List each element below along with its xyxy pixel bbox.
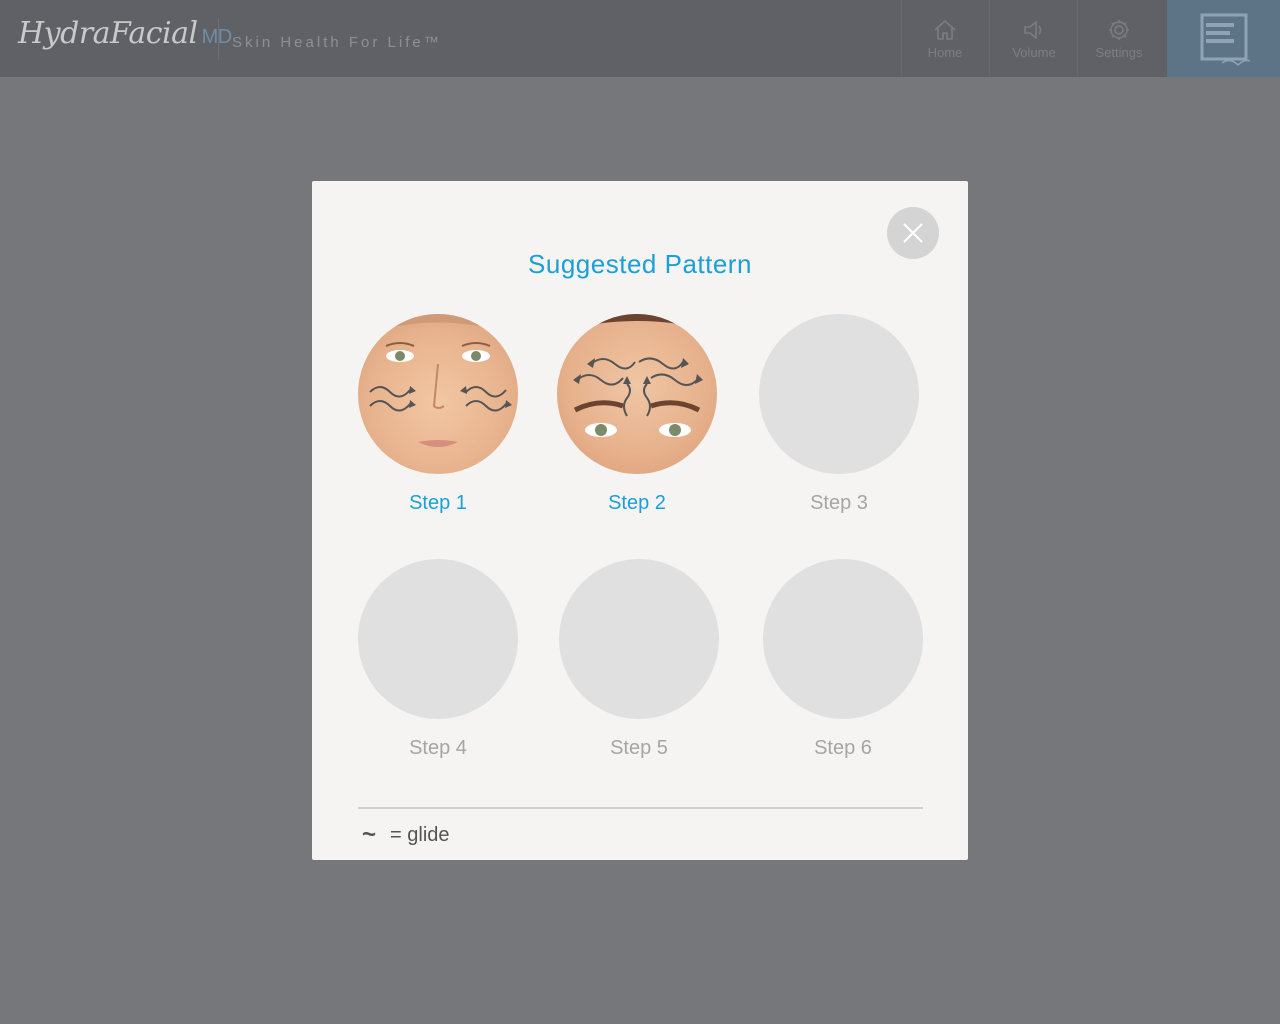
header-divider [218, 18, 219, 60]
nav-settings-button[interactable]: Settings [1076, 0, 1162, 77]
nav-volume-button[interactable]: Volume [991, 0, 1077, 77]
brand-name: HydraFacial [18, 16, 198, 51]
nav-home-button[interactable]: Home [902, 0, 988, 77]
gear-icon [1109, 20, 1129, 40]
step-4-tile[interactable]: Step 4 [358, 559, 518, 759]
close-icon [903, 223, 923, 243]
face-cheeks-glide-icon [358, 314, 518, 447]
hydrafacial-logo: HydraFacial MD [18, 16, 232, 60]
suggested-pattern-dialog: Suggested Pattern Step 1 Step 2 Step 3 S… [312, 181, 968, 860]
top-bar: HydraFacial MD Skin Health For Life™ Hom… [0, 0, 1280, 77]
legend-text: = glide [390, 823, 450, 846]
step-1-label: Step 1 [409, 492, 467, 514]
nav-volume-label: Volume [1012, 45, 1056, 60]
step-6-tile[interactable]: Step 6 [763, 559, 923, 759]
speaker-icon [1024, 21, 1042, 39]
legend-divider [358, 807, 923, 809]
step-5-placeholder [559, 559, 719, 719]
step-2-label: Step 2 [608, 492, 666, 514]
step-5-label: Step 5 [610, 737, 668, 759]
step-1-tile[interactable]: Step 1 [358, 314, 518, 514]
step-2-image [557, 314, 717, 474]
glide-symbol: ~ [362, 821, 377, 848]
legend: ~ = glide [358, 821, 450, 849]
step-4-label: Step 4 [409, 737, 467, 759]
step-6-label: Step 6 [814, 737, 872, 759]
dialog-title: Suggested Pattern [528, 249, 752, 279]
nav-home-label: Home [927, 45, 963, 60]
nav-divider [989, 0, 990, 77]
brand-suffix: MD [201, 26, 233, 48]
step-2-tile[interactable]: Step 2 [557, 314, 717, 514]
edge-logo-icon [1200, 13, 1250, 66]
home-icon [934, 20, 956, 40]
step-5-tile[interactable]: Step 5 [559, 559, 719, 759]
step-4-placeholder [358, 559, 518, 719]
nav-settings-label: Settings [1095, 45, 1143, 60]
forehead-glide-icon [557, 314, 717, 437]
tagline: Skin Health For Life™ [232, 34, 442, 51]
step-3-label: Step 3 [810, 492, 868, 514]
step-3-tile[interactable]: Step 3 [759, 314, 919, 514]
step-6-placeholder [763, 559, 923, 719]
step-3-placeholder [759, 314, 919, 474]
edge-for-life-logo[interactable] [1167, 0, 1280, 77]
step-1-image [358, 314, 518, 474]
